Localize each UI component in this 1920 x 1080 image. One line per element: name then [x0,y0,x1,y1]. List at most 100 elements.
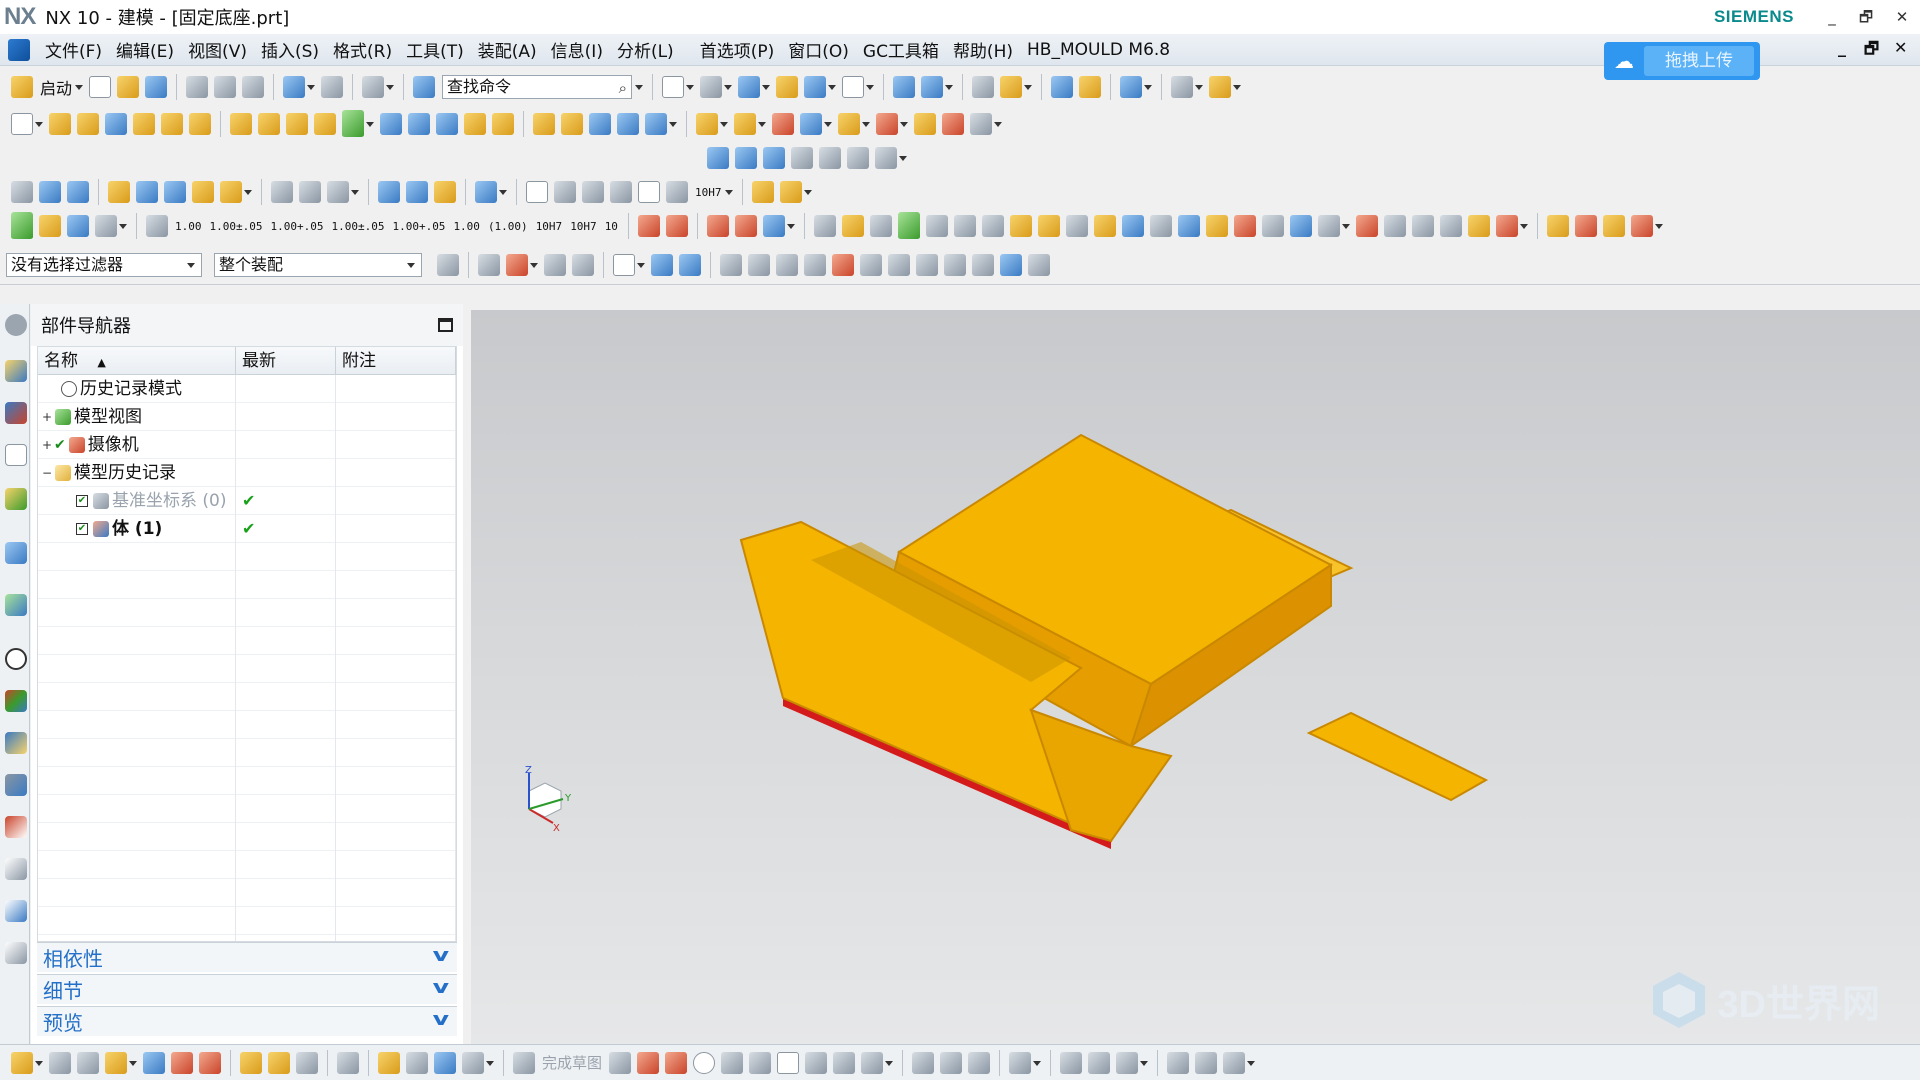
pattern-feature-icon[interactable] [286,113,308,135]
pen-icon[interactable] [406,181,428,203]
point-icon[interactable] [327,181,349,203]
background-icon[interactable] [842,76,865,98]
link-icon[interactable] [1289,215,1312,237]
menu-hb-mould[interactable]: HB_MOULD M6.8 [1020,40,1177,60]
edit-section-icon[interactable] [776,76,799,98]
close-button[interactable]: ✕ [1888,4,1916,30]
expand-icon[interactable]: + [42,403,52,431]
table-grid-icon[interactable] [1383,215,1406,237]
snap-bounded-icon[interactable] [1028,254,1050,276]
chevron-down-icon[interactable] [1519,215,1528,237]
visualization-icon[interactable] [5,942,27,964]
menu-edit[interactable]: 编辑(E) [109,37,181,62]
format-button-1[interactable]: 1.00 [175,220,202,233]
animate-dimension-icon[interactable] [1167,1051,1190,1074]
constraint-navigator-tab-icon[interactable] [5,402,27,424]
angle-dimension-icon[interactable] [95,215,117,237]
export-icon[interactable] [1355,215,1378,237]
chart-icon[interactable] [1205,215,1228,237]
split-body-icon[interactable] [436,113,458,135]
drafting-icon[interactable] [67,215,89,237]
system-scenes-icon[interactable] [5,858,27,880]
layer-settings-icon[interactable] [972,76,995,98]
ruler-icon[interactable] [1209,76,1232,98]
snap-endpoint-icon[interactable] [720,254,742,276]
chevron-down-icon[interactable] [724,76,733,98]
chevron-down-icon[interactable] [824,113,832,135]
line-icon[interactable] [271,181,293,203]
menu-analysis[interactable]: 分析(L) [610,37,681,62]
draft-icon[interactable] [561,113,583,135]
add-component-icon[interactable] [39,181,61,203]
quick-extend-icon[interactable] [940,1051,963,1074]
pattern-face-icon[interactable] [876,113,898,135]
snap-intersection-icon[interactable] [804,254,826,276]
sketch-view-icon[interactable] [77,1051,99,1074]
trimmed-sheet-icon[interactable] [819,147,841,169]
tree-row-body[interactable]: ✔ 体 (1) ✔ [38,515,456,543]
pen-tool-icon[interactable] [378,1051,400,1074]
mirror-face-icon[interactable] [914,113,936,135]
settings-icon[interactable] [5,314,27,336]
clip-section-icon[interactable] [804,76,827,98]
chevron-down-icon[interactable] [803,181,812,203]
sketch-start-icon[interactable] [11,1051,33,1074]
chevron-down-icon[interactable] [351,181,359,203]
doc-minimize-button[interactable]: _ [1838,38,1846,57]
bend-curve-icon[interactable] [1602,215,1625,237]
pmi-note-icon[interactable] [779,181,802,203]
polygon-icon[interactable] [861,1051,884,1074]
web-browser-tab-icon[interactable] [5,594,27,616]
chevron-down-icon[interactable] [900,113,908,135]
derived-line-icon[interactable] [296,1051,318,1074]
cylinder-icon[interactable] [133,113,155,135]
face-rule-icon[interactable] [572,254,594,276]
nx-app-icon[interactable] [8,38,30,61]
chevron-down-icon[interactable] [686,76,695,98]
delete-face-icon[interactable] [772,113,794,135]
assembly-navigator-icon[interactable] [11,181,33,203]
make-corner-icon[interactable] [968,1051,991,1074]
open-folder-icon[interactable] [117,76,140,98]
datum-feature-icon[interactable] [813,215,836,237]
start-icon[interactable] [11,76,33,98]
snap-circle-icon[interactable] [916,254,938,276]
chevron-down-icon[interactable] [762,76,771,98]
move-to-layer-icon[interactable] [1000,76,1023,98]
chevron-down-icon[interactable] [720,113,728,135]
select-all-icon[interactable] [478,254,500,276]
chevron-down-icon[interactable] [1195,76,1204,98]
visibility-checkbox[interactable]: ✔ [76,523,88,535]
show-constraints-icon[interactable] [1088,1051,1111,1074]
sketch-line-icon[interactable] [637,1051,660,1074]
chevron-down-icon[interactable] [1247,1052,1256,1074]
format-button-7[interactable]: (1.00) [488,220,528,233]
search-icon[interactable]: ⌕ [619,77,627,99]
sketch-fillet-corner-icon[interactable] [721,1051,744,1074]
fit-view-icon[interactable] [662,76,685,98]
rapid-dimension-sketch-icon[interactable] [1009,1051,1032,1074]
menu-format[interactable]: 格式(R) [326,37,399,62]
copy-icon[interactable] [214,76,237,98]
curve-analysis-icon[interactable] [1574,215,1597,237]
surface-analysis-icon[interactable] [897,212,920,240]
eye-icon[interactable] [1439,215,1462,237]
panel-icon[interactable] [1411,215,1434,237]
sketch-circle-icon[interactable] [693,1051,716,1074]
assembly-navigator-tab-icon[interactable] [5,360,27,382]
snap-quadrant-icon[interactable] [860,254,882,276]
palette-icon[interactable] [5,690,27,712]
menu-help[interactable]: 帮助(H) [946,37,1020,62]
chevron-down-icon[interactable] [366,113,374,135]
chevron-down-icon[interactable] [530,254,538,276]
snap-view-icon[interactable] [893,76,916,98]
convert-reference-icon[interactable] [1195,1051,1218,1074]
snap-midpoint-icon[interactable] [748,254,770,276]
thicken-icon[interactable] [617,113,639,135]
chevron-down-icon[interactable] [35,113,43,135]
doc-restore-button[interactable]: 🗗 [1864,38,1879,65]
redo-icon[interactable] [321,76,344,98]
preview-panel[interactable]: 预览 v [37,1006,457,1036]
chevron-down-icon[interactable] [635,76,644,98]
snap-existing-point-icon[interactable] [888,254,910,276]
